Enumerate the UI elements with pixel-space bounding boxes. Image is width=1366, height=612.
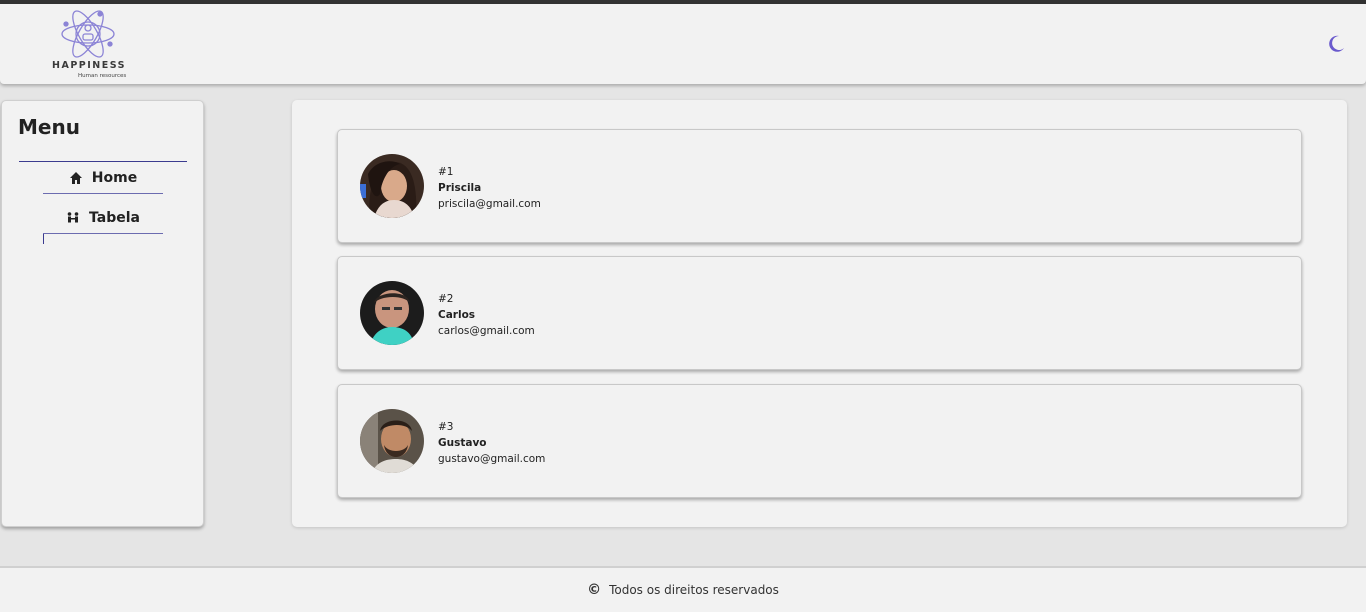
employee-name: Carlos xyxy=(438,309,476,321)
page-footer: © Todos os direitos reservados xyxy=(0,566,1366,612)
logo-text: HAPPINESS xyxy=(52,60,126,71)
sidebar-item-home[interactable]: Home xyxy=(43,162,163,194)
employee-name: Priscila xyxy=(438,182,482,194)
sidebar-item-label: Tabela xyxy=(89,209,140,226)
employee-card[interactable]: #2 Carlos carlos@gmail.com xyxy=(337,256,1302,370)
employee-list-panel: #1 Priscila priscila@gmail.com #2 Carlos… xyxy=(292,100,1347,527)
nav-indicator xyxy=(43,234,44,244)
footer-text: Todos os direitos reservados xyxy=(609,583,779,597)
employee-id: #2 xyxy=(438,293,454,305)
employee-info: #3 Gustavo gustavo@gmail.com xyxy=(438,419,545,467)
employee-email: gustavo@gmail.com xyxy=(438,453,546,465)
avatar xyxy=(360,409,424,473)
avatar xyxy=(360,154,424,218)
employee-card[interactable]: #3 Gustavo gustavo@gmail.com xyxy=(337,384,1302,498)
employee-id: #3 xyxy=(438,421,454,433)
sidebar-item-tabela[interactable]: Tabela xyxy=(43,202,163,234)
menu-title: Menu xyxy=(18,115,80,139)
employee-info: #1 Priscila priscila@gmail.com xyxy=(438,164,541,212)
home-icon xyxy=(69,171,82,184)
employee-info: #2 Carlos carlos@gmail.com xyxy=(438,291,535,339)
employee-card[interactable]: #1 Priscila priscila@gmail.com xyxy=(337,129,1302,243)
people-icon xyxy=(67,211,79,222)
employee-name: Gustavo xyxy=(438,437,487,449)
employee-id: #1 xyxy=(438,166,454,178)
atom-logo-icon xyxy=(61,10,115,58)
happiness-logo[interactable]: HAPPINESS Human resources xyxy=(36,10,146,80)
copyright-icon: © xyxy=(587,582,602,598)
logo-subtext: Human resources xyxy=(78,73,127,79)
sidebar-menu: Menu Home Tabela xyxy=(1,100,204,527)
top-header: HAPPINESS Human resources xyxy=(0,4,1366,84)
employee-email: carlos@gmail.com xyxy=(438,325,535,337)
employee-email: priscila@gmail.com xyxy=(438,198,541,210)
theme-toggle-button[interactable] xyxy=(1326,34,1346,54)
avatar xyxy=(360,281,424,345)
moon-icon xyxy=(1329,35,1344,52)
sidebar-item-label: Home xyxy=(91,169,138,186)
